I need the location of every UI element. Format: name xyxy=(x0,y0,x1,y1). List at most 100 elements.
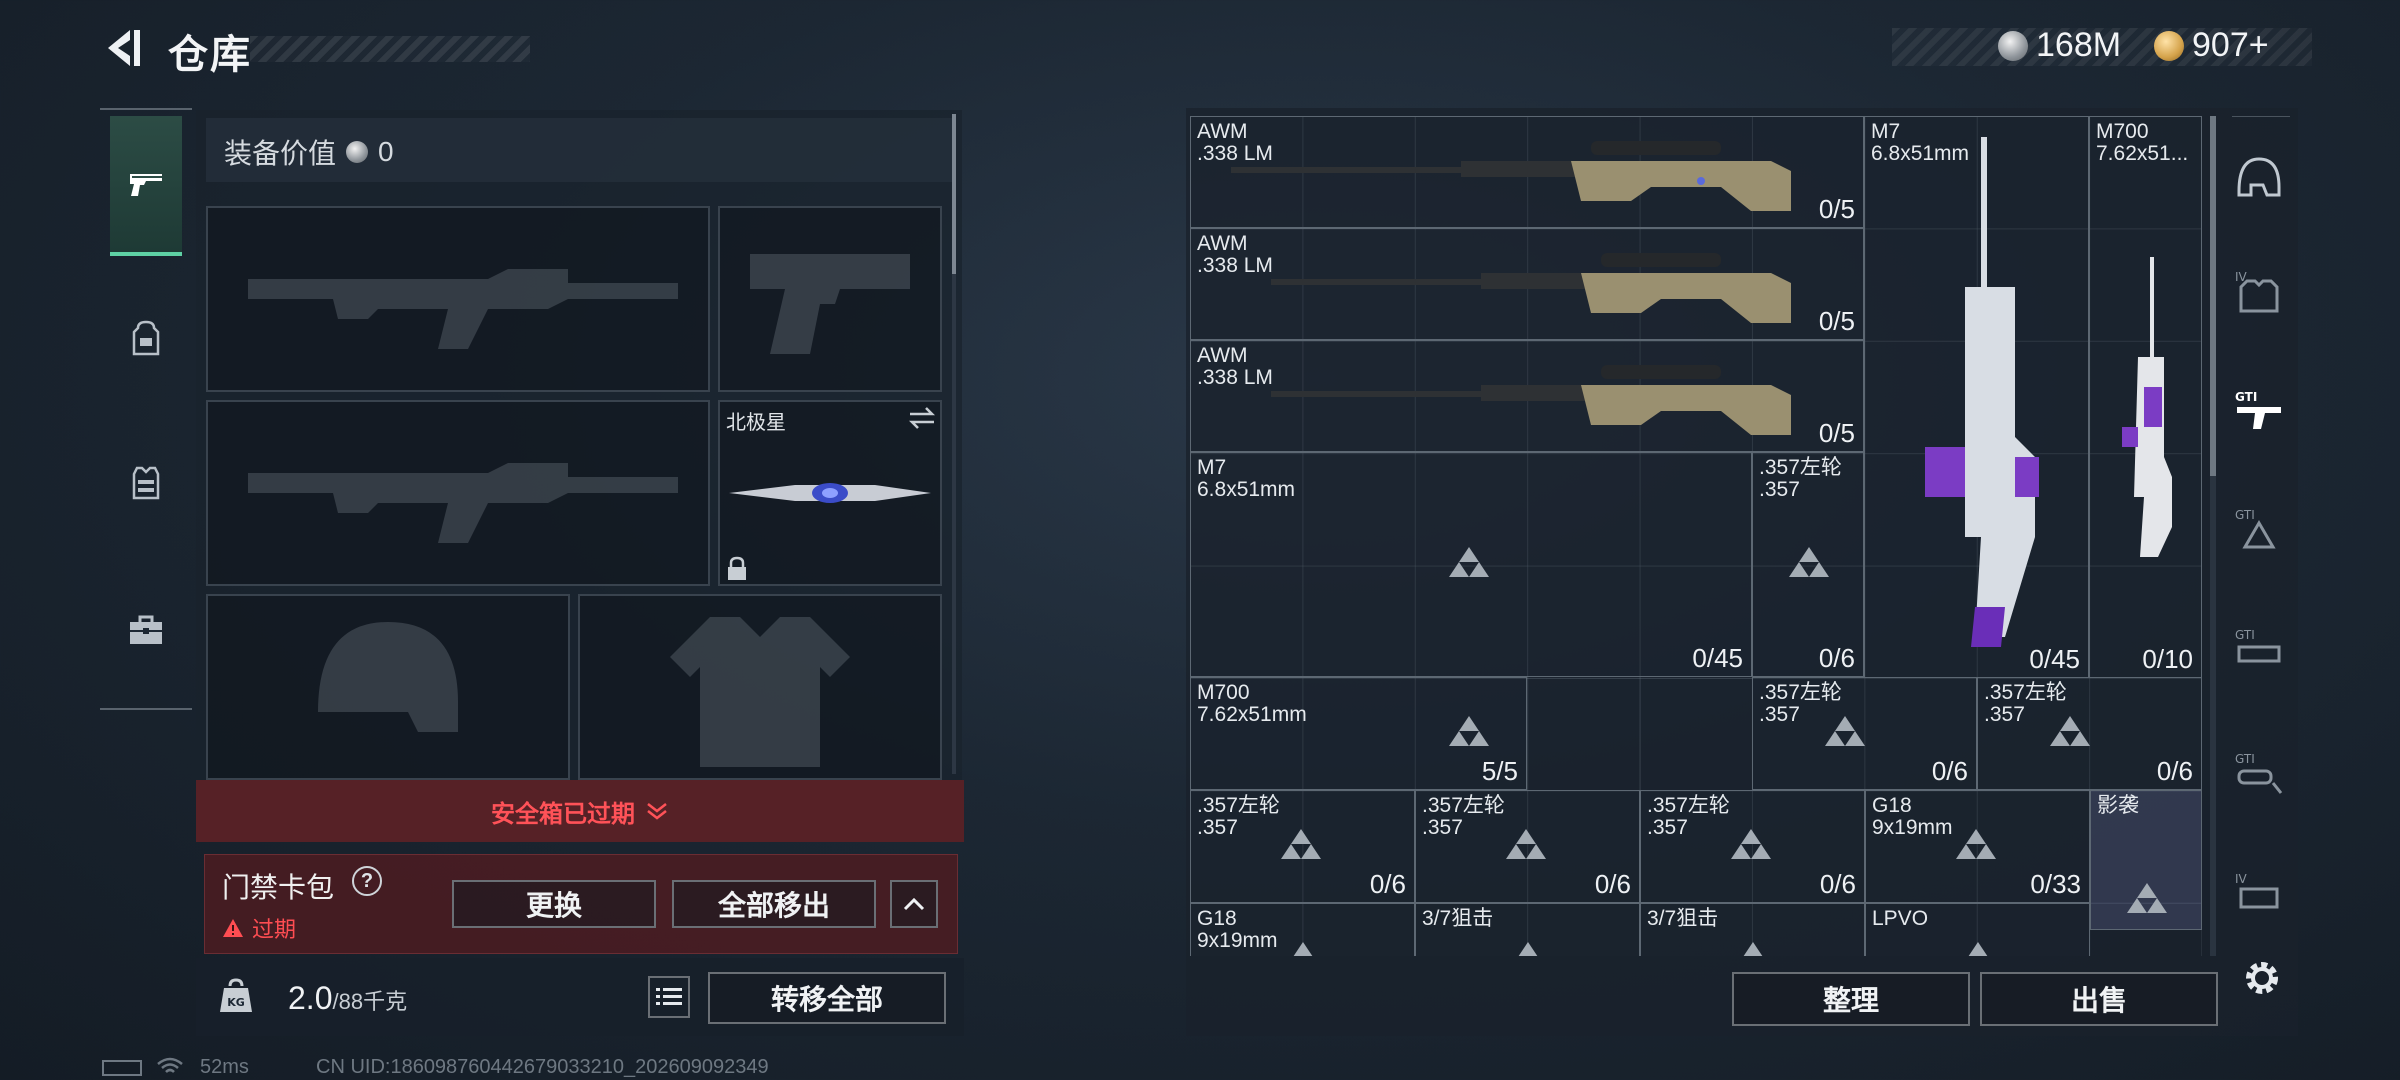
ammo-placeholder-icon xyxy=(1825,716,1865,746)
silver-currency-value: 168M xyxy=(2036,26,2122,64)
armor-icon: IV xyxy=(2235,270,2279,313)
inventory-item[interactable]: AWM .338 LM 0/5 xyxy=(1190,116,1864,228)
svg-text:GTI: GTI xyxy=(2235,508,2255,522)
item-count: 0/6 xyxy=(1818,643,1855,673)
list-view-button[interactable] xyxy=(648,976,690,1018)
secondary-weapon-slot[interactable] xyxy=(206,400,710,586)
transfer-all-button[interactable]: 转移全部 xyxy=(708,972,946,1024)
primary-weapon-slot[interactable] xyxy=(206,206,710,392)
ammo-placeholder-icon xyxy=(1449,547,1489,577)
item-name: .357左轮 .357 xyxy=(1759,456,1842,501)
inventory-item[interactable]: AWM .338 LM 0/5 xyxy=(1190,228,1864,340)
collapse-button[interactable] xyxy=(890,880,938,928)
inventory-item[interactable]: G18 9x19mm xyxy=(1190,903,1415,956)
rail-tab-weapons[interactable] xyxy=(110,116,182,256)
equipment-value-amount: 0 xyxy=(378,136,394,167)
svg-text:GTI: GTI xyxy=(2235,628,2255,642)
keycard-title: 门禁卡包 xyxy=(222,872,335,903)
sidearm-slot[interactable] xyxy=(718,206,942,392)
inventory-item[interactable]: .357左轮 .357 0/6 xyxy=(1977,677,2202,790)
rail-tab-vest[interactable] xyxy=(110,412,182,552)
side-tab-scope[interactable]: GTI xyxy=(2226,728,2292,818)
ammo-placeholder-icon xyxy=(1743,942,1763,956)
inventory-item[interactable]: M700 7.62x51mm 5/5 xyxy=(1190,677,1527,790)
silver-currency: 168M xyxy=(1998,26,2121,65)
sort-button[interactable]: 整理 xyxy=(1732,972,1970,1026)
ammo-placeholder-icon xyxy=(1506,829,1546,859)
inventory-item[interactable]: M7 6.8x51mm 0/45 xyxy=(1864,116,2089,678)
inventory-item[interactable]: LPVO xyxy=(1865,903,2090,956)
inventory-item[interactable]: 3/7狙击 xyxy=(1415,903,1640,956)
skinned-rifle-icon xyxy=(1925,137,2039,647)
item-count: 0/6 xyxy=(1369,869,1406,899)
inventory-item[interactable]: M7 6.8x51mm 0/45 xyxy=(1190,452,1752,677)
side-tab-mag[interactable]: IV xyxy=(2226,848,2292,938)
lock-icon xyxy=(726,556,748,582)
uid-readout: CN UID:18609876044267903321​0_2026090923… xyxy=(316,1056,769,1078)
title-decoration xyxy=(250,36,530,62)
inventory-scrollbar-thumb[interactable] xyxy=(2210,116,2216,476)
inventory-grid: AWM .338 LM 0/5 AWM .338 LM 0/5 AWM .338… xyxy=(1190,116,2202,956)
pistol-icon xyxy=(130,174,162,196)
gear-icon[interactable] xyxy=(2240,956,2284,1000)
item-count: 0/5 xyxy=(1818,194,1855,224)
inventory-item[interactable]: G18 9x19mm 0/33 xyxy=(1865,790,2090,903)
side-tab-rifle[interactable]: GTI xyxy=(2226,366,2292,456)
toolbox-icon xyxy=(130,615,162,644)
item-name: M700 7.62x51... xyxy=(2096,120,2189,165)
ammo-placeholder-icon xyxy=(2050,716,2090,746)
safebox-expired-banner[interactable]: 安全箱已过期 xyxy=(196,780,964,842)
ammo-placeholder-icon xyxy=(1518,942,1538,956)
svg-text:IV: IV xyxy=(2235,872,2248,886)
item-count: 0/6 xyxy=(1594,869,1631,899)
page-title: 仓库 xyxy=(168,33,252,77)
ammo-icon: GTI xyxy=(2235,508,2276,549)
help-icon[interactable]: ? xyxy=(352,866,382,896)
side-tab-helmet[interactable] xyxy=(2226,132,2292,222)
item-name: M7 6.8x51mm xyxy=(1197,456,1296,501)
back-button[interactable] xyxy=(100,24,144,72)
sniper-rifle-icon xyxy=(1231,141,1791,211)
sniper-rifle-icon xyxy=(1271,365,1791,435)
rail-tab-backpack[interactable] xyxy=(110,268,182,408)
armor-slot[interactable] xyxy=(578,594,942,780)
chevron-up-icon xyxy=(903,897,925,911)
pistol-silhouette-icon xyxy=(750,254,910,354)
weight-max: /88千克 xyxy=(332,989,408,1014)
sell-button[interactable]: 出售 xyxy=(1980,972,2218,1026)
inventory-item[interactable]: .357左轮 .357 0/6 xyxy=(1190,790,1415,903)
item-name: .357左轮 .357 xyxy=(1422,794,1505,839)
equipment-scrollbar-thumb[interactable] xyxy=(952,114,956,274)
inventory-item[interactable]: .357左轮 .357 0/6 xyxy=(1640,790,1865,903)
remove-all-button[interactable]: 全部移出 xyxy=(672,880,876,928)
replace-button[interactable]: 更换 xyxy=(452,880,656,928)
inventory-item[interactable]: 3/7狙击 xyxy=(1640,903,1865,956)
backpack-icon xyxy=(132,320,160,356)
ammo-placeholder-icon xyxy=(1449,716,1489,746)
rail-tab-toolbox[interactable] xyxy=(110,560,182,700)
svg-text:KG: KG xyxy=(227,996,245,1009)
inventory-item[interactable]: 影袭 xyxy=(2090,790,2202,930)
item-name: M700 7.62x51mm xyxy=(1197,681,1307,726)
side-tab-ammo[interactable]: GTI xyxy=(2226,484,2292,574)
swap-icon[interactable] xyxy=(908,406,936,430)
inventory-item[interactable]: .357左轮 .357 0/6 xyxy=(1415,790,1640,903)
item-count: 0/5 xyxy=(1818,418,1855,448)
inventory-item[interactable]: .357左轮 .357 0/6 xyxy=(1752,452,1864,677)
item-name: .357左轮 .357 xyxy=(1197,794,1280,839)
svg-text:GTI: GTI xyxy=(2235,390,2257,404)
silver-coin-icon xyxy=(346,141,369,163)
side-tab-attachment[interactable]: GTI xyxy=(2226,604,2292,694)
skinned-rifle-icon xyxy=(2122,257,2172,557)
inventory-item[interactable]: .357左轮 .357 0/6 xyxy=(1752,677,1977,790)
inventory-item[interactable]: M700 7.62x51... 0/10 xyxy=(2089,116,2202,678)
chevron-down-icon xyxy=(647,803,667,820)
ammo-placeholder-icon xyxy=(1968,942,1988,956)
item-count: 0/45 xyxy=(2029,644,2080,674)
gold-currency[interactable]: 907+ xyxy=(2154,26,2269,65)
side-tab-armor[interactable]: IV xyxy=(2226,246,2292,336)
helmet-slot[interactable] xyxy=(206,594,570,780)
inventory-item[interactable]: AWM .338 LM 0/5 xyxy=(1190,340,1864,452)
safebox-status: 安全箱已过期 xyxy=(491,800,635,828)
item-name: 3/7狙击 xyxy=(1647,907,1719,930)
